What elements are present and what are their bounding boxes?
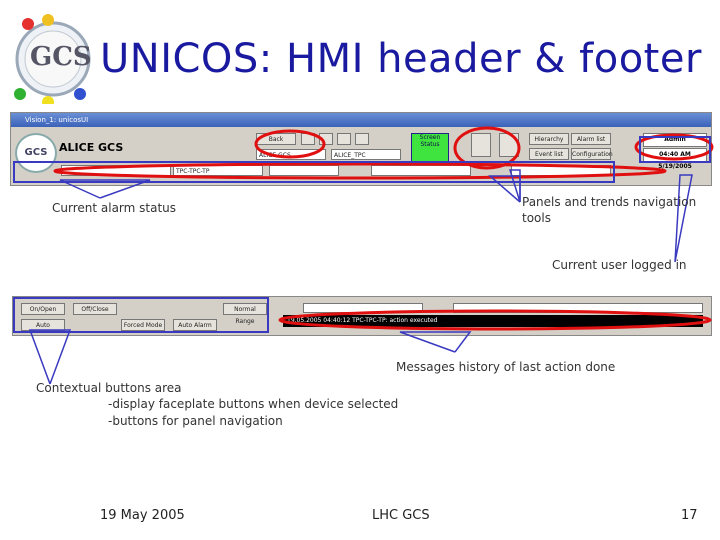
annotation-panels-trends: Panels and trends navigation <box>522 195 697 209</box>
footer-message-highlight <box>278 309 712 331</box>
annotation-alarm-status: Current alarm status <box>52 201 177 215</box>
annotation-panels-trends-2: tools <box>522 211 551 225</box>
arrow-messages <box>399 331 472 353</box>
annotation-current-user: Current user logged in <box>552 258 687 272</box>
header-bar-highlight <box>53 162 667 180</box>
arrow-user <box>674 174 693 263</box>
annotation-contextual-3: -buttons for panel navigation <box>108 414 283 428</box>
slide-date: 19 May 2005 <box>100 508 185 523</box>
arrow-contextual <box>28 329 72 385</box>
slide-center-label: LHC GCS <box>372 508 430 523</box>
annotation-contextual-2: -display faceplate buttons when device s… <box>108 397 399 411</box>
contextual-buttons-box <box>13 297 269 333</box>
back-button-highlight <box>254 129 326 159</box>
user-highlight <box>634 133 714 161</box>
annotation-messages-history: Messages history of last action done <box>396 360 616 374</box>
page-number: 17 <box>681 508 698 523</box>
annotation-contextual-1: Contextual buttons area <box>36 381 182 395</box>
